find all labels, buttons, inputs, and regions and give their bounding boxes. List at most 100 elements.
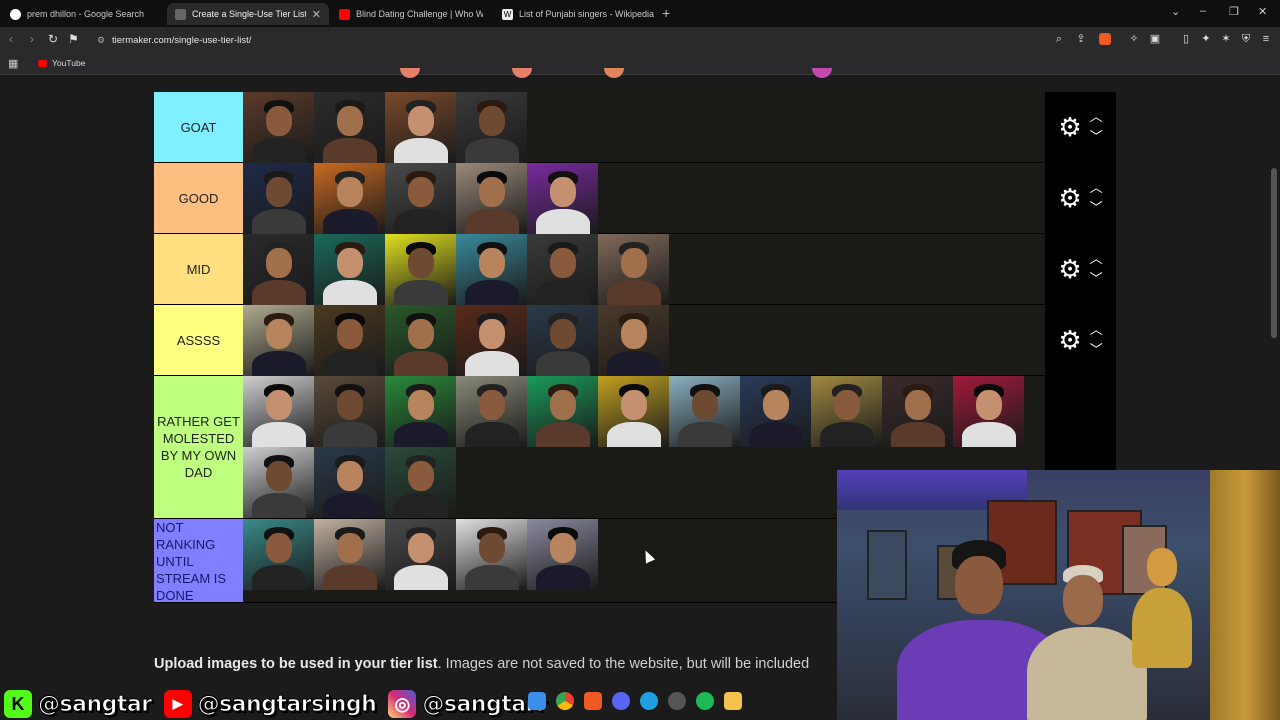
avatar-face [621, 390, 647, 420]
tier-item-image[interactable] [527, 163, 598, 234]
brave-icon[interactable] [584, 692, 602, 710]
tier-item-image[interactable] [456, 92, 527, 163]
tier-item-image[interactable] [598, 376, 669, 447]
tier-item-image[interactable] [598, 234, 669, 305]
tier-label[interactable]: NOT RANKING UNTIL STREAM IS DONE [154, 519, 243, 603]
obs-icon[interactable] [668, 692, 686, 710]
tier-item-image[interactable] [527, 234, 598, 305]
chevron-up-icon[interactable]: ︿ [1090, 252, 1103, 265]
tier-label[interactable]: GOOD [154, 163, 243, 233]
avatar-face [479, 319, 505, 349]
tier-item-image[interactable] [456, 519, 527, 590]
tier-item-image[interactable] [882, 376, 953, 447]
tier-item-image[interactable] [314, 376, 385, 447]
tier-item-image[interactable] [385, 447, 456, 518]
tier-item-image[interactable] [385, 92, 456, 163]
tier-item-image[interactable] [527, 376, 598, 447]
tier-item-image[interactable] [314, 305, 385, 376]
tier-item-image[interactable] [385, 305, 456, 376]
tier-item-image[interactable] [456, 305, 527, 376]
back-icon[interactable]: ‹ [9, 32, 13, 46]
tab-google-search[interactable]: prem dhillon - Google Search [2, 3, 167, 25]
extensions-icon[interactable]: ✧ [1128, 33, 1140, 45]
windows-start-icon[interactable] [528, 692, 546, 710]
tier-item-image[interactable] [243, 305, 314, 376]
chrome-icon[interactable] [556, 692, 574, 710]
tier-item-image[interactable] [385, 163, 456, 234]
edge-icon[interactable] [640, 692, 658, 710]
tier-item-image[interactable] [243, 234, 314, 305]
chevron-down-icon[interactable]: ﹀ [1090, 130, 1103, 143]
tab-list-chevron-icon[interactable]: ⌄ [1171, 5, 1180, 18]
tier-item-image[interactable] [456, 163, 527, 234]
tier-item-image[interactable] [243, 163, 314, 234]
tab-wikipedia[interactable]: W List of Punjabi singers - Wikipedia [494, 3, 654, 25]
tier-item-image[interactable] [456, 376, 527, 447]
gear-icon[interactable]: ⚙ [1058, 256, 1081, 282]
chevron-up-icon[interactable]: ︿ [1090, 323, 1103, 336]
tier-item-image[interactable] [527, 519, 598, 590]
chevron-up-icon[interactable]: ︿ [1090, 110, 1103, 123]
tab-tiermaker[interactable]: Create a Single-Use Tier List (Pri… ✕ [167, 3, 329, 25]
tier-item-image[interactable] [527, 305, 598, 376]
tier-item-image[interactable] [385, 234, 456, 305]
vpn-icon[interactable]: ⛨ [1240, 33, 1252, 45]
file-explorer-icon[interactable] [724, 692, 742, 710]
reload-icon[interactable]: ↻ [48, 32, 58, 46]
tier-item-image[interactable] [598, 305, 669, 376]
tier-item-image[interactable] [669, 376, 740, 447]
tier-item-image[interactable] [314, 234, 385, 305]
close-tab-icon[interactable]: ✕ [312, 8, 321, 21]
tier-item-image[interactable] [811, 376, 882, 447]
gear-icon[interactable]: ⚙ [1058, 114, 1081, 140]
gear-icon[interactable]: ⚙ [1058, 327, 1081, 353]
tier-item-image[interactable] [456, 234, 527, 305]
site-info-icon[interactable]: ⚙ [90, 35, 112, 46]
zoom-icon[interactable]: ⌕ [1053, 33, 1065, 45]
new-tab-button[interactable]: + [662, 5, 670, 21]
chevron-down-icon[interactable]: ﹀ [1090, 272, 1103, 285]
tier-label[interactable]: MID [154, 234, 243, 304]
wallet-icon[interactable]: ▣ [1149, 33, 1161, 45]
tier-item-image[interactable] [243, 92, 314, 163]
ai-icon[interactable]: ✶ [1220, 33, 1232, 45]
bookmark-icon[interactable]: ⚑ [68, 32, 79, 46]
sidebar-icon[interactable]: ▯ [1180, 33, 1192, 45]
tier-item-image[interactable] [314, 447, 385, 518]
tier-item-image[interactable] [243, 447, 314, 518]
tier-item-image[interactable] [953, 376, 1024, 447]
chevron-up-icon[interactable]: ︿ [1090, 181, 1103, 194]
tier-item-image[interactable] [385, 519, 456, 590]
spotify-icon[interactable] [696, 692, 714, 710]
brave-shield-icon[interactable] [1099, 33, 1111, 45]
tier-item-image[interactable] [385, 376, 456, 447]
avatar-face [408, 319, 434, 349]
restore-icon[interactable]: ❐ [1229, 5, 1239, 18]
minimize-icon[interactable]: – [1200, 5, 1206, 17]
leo-icon[interactable]: ✦ [1200, 33, 1212, 45]
menu-icon[interactable]: ≡ [1260, 33, 1272, 45]
tier-item-image[interactable] [243, 519, 314, 590]
tier-item-image[interactable] [740, 376, 811, 447]
tab-youtube-video[interactable]: Blind Dating Challenge | Who Will Ki… [331, 3, 491, 25]
chevron-down-icon[interactable]: ﹀ [1090, 343, 1103, 356]
page-scrollbar[interactable] [1271, 168, 1277, 338]
gear-icon[interactable]: ⚙ [1058, 185, 1081, 211]
avatar-face [692, 390, 718, 420]
url-field[interactable]: ⚙ tiermaker.com/single-use-tier-list/ [90, 30, 1100, 50]
tier-label[interactable]: RATHER GET MOLESTED BY MY OWN DAD [154, 376, 243, 518]
tier-item-image[interactable] [243, 376, 314, 447]
bookmark-youtube[interactable]: YouTube [38, 58, 85, 68]
avatar-body [252, 422, 306, 447]
tier-label[interactable]: ASSSS [154, 305, 243, 375]
apps-grid-icon[interactable]: ▦ [8, 57, 18, 70]
tier-label[interactable]: GOAT [154, 92, 243, 162]
chevron-down-icon[interactable]: ﹀ [1090, 201, 1103, 214]
discord-icon[interactable] [612, 692, 630, 710]
forward-icon[interactable]: › [30, 32, 34, 46]
close-window-icon[interactable]: ✕ [1258, 5, 1267, 18]
tier-item-image[interactable] [314, 163, 385, 234]
tier-item-image[interactable] [314, 519, 385, 590]
tier-item-image[interactable] [314, 92, 385, 163]
share-icon[interactable]: ⇪ [1075, 33, 1087, 45]
